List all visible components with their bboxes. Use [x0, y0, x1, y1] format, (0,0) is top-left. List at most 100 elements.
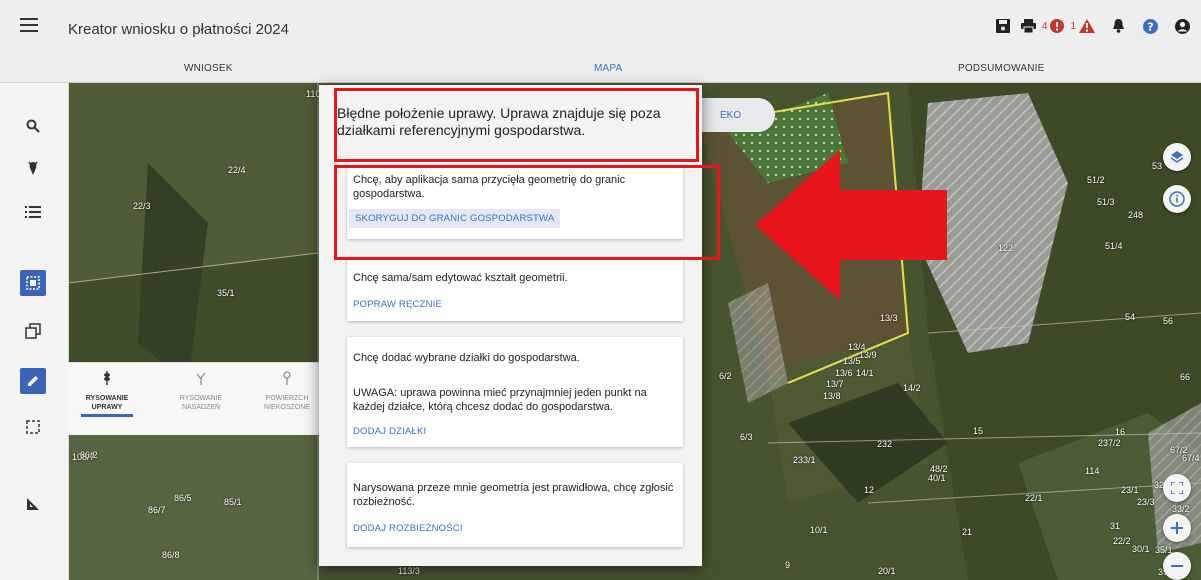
map-parcel-label: 53	[1152, 161, 1163, 171]
map-parcel-label: 6/2	[719, 371, 732, 381]
map-parcel-label: 22/1	[1025, 493, 1043, 503]
toolbar-icons: 4 1 ?	[990, 14, 1195, 38]
eko-toggle[interactable]: EKO	[700, 98, 775, 132]
option-card-manual: Chcę sama/sam edytować kształt geometrii…	[347, 257, 683, 321]
draw-crop-tool[interactable]: RYSOWANIE UPRAWY	[72, 371, 142, 417]
warning-count: 1	[1070, 20, 1076, 32]
layers-icon[interactable]	[1163, 143, 1191, 171]
option-warning-text: UWAGA: uprawa powinna mieć przynajmniej …	[353, 387, 647, 413]
page-title: Kreator wniosku o płatności 2024	[68, 21, 289, 38]
map-parcel-label: 232	[877, 439, 893, 449]
map-parcel-label: 22/2	[1113, 536, 1131, 546]
map-parcel-label: 40/1	[928, 473, 946, 483]
map-parcel-label: 248	[1128, 210, 1144, 220]
account-icon[interactable]	[1169, 14, 1195, 38]
map-parcel-label: 86/8	[162, 550, 180, 560]
map-parcel-label: 51/2	[1087, 175, 1105, 185]
left-toolbar	[0, 83, 69, 580]
map-parcel-label: 13/9	[859, 350, 877, 360]
list-icon[interactable]	[20, 199, 46, 225]
highlight-box	[334, 165, 720, 260]
map-parcel-label: 67/4	[1182, 453, 1200, 463]
map-parcel-label: 233/1	[793, 455, 816, 465]
map-parcel-label: 30/1	[1132, 544, 1150, 554]
map-parcel-label: 31	[1110, 521, 1121, 531]
warning-icon[interactable]	[1077, 14, 1097, 38]
info-icon[interactable]	[1163, 185, 1191, 213]
sprout-icon	[195, 372, 207, 389]
option-text: Chcę dodać wybrane działki do gospodarst…	[353, 352, 580, 364]
draw-crop-label: RYSOWANIE UPRAWY	[85, 395, 129, 411]
option-text: Narysowana przeze mnie geometria jest pr…	[353, 482, 674, 508]
map-parcel-label: 35/1	[217, 288, 235, 298]
grass-icon	[281, 371, 293, 389]
help-icon[interactable]: ?	[1137, 14, 1163, 38]
map-parcel-label: 13/3	[880, 313, 898, 323]
error-icon[interactable]	[1048, 14, 1066, 38]
map-parcel-label: 15	[973, 426, 984, 436]
option-text: Chcę sama/sam edytować kształt geometrii…	[353, 272, 568, 284]
map-parcel-label: 51/3	[1097, 197, 1115, 207]
map-parcel-label: 14/2	[903, 383, 921, 393]
crop-icon	[101, 371, 113, 389]
error-count: 4	[1041, 20, 1048, 32]
tab-podsumowanie[interactable]: PODSUMOWANIE	[958, 63, 1044, 74]
pencil-icon[interactable]	[20, 368, 46, 394]
map-parcel-label: 122	[998, 243, 1014, 253]
map-parcel-label: 51/4	[1105, 241, 1123, 251]
fullscreen-icon[interactable]	[1163, 474, 1191, 502]
map-parcel-label: 14/1	[856, 368, 874, 378]
map-parcel-label: 237/2	[1098, 438, 1121, 448]
measure-icon[interactable]	[20, 491, 46, 517]
map-parcel-label: 22/3	[133, 201, 151, 211]
draw-unmowed-label: POWIERZCH NIEKOSZONE	[264, 395, 310, 411]
map-parcel-label: 6/3	[740, 432, 753, 442]
zoom-in-icon[interactable]	[1163, 514, 1191, 542]
print-icon[interactable]	[1016, 14, 1042, 38]
map-parcel-label: 86/7	[148, 505, 166, 515]
parcel-icon[interactable]	[20, 270, 46, 296]
tab-wniosek[interactable]: WNIOSEK	[184, 63, 233, 74]
add-discrepancy-button[interactable]: DODAJ ROZBIEŻNOŚCI	[353, 519, 463, 538]
map-parcel-label: 66	[1180, 372, 1191, 382]
copy-icon[interactable]	[20, 318, 46, 344]
map-parcel-label: 113/3	[398, 566, 420, 576]
map-parcel-label: 54	[1125, 312, 1136, 322]
map-parcel-label: 22/4	[228, 165, 246, 175]
map-parcel-label: 108/7	[72, 452, 95, 462]
draw-tools-panel: RYSOWANIE UPRAWY RYSOWANIE NASADZEŃ POWI…	[68, 362, 326, 435]
bell-icon[interactable]	[1105, 14, 1131, 38]
map-parcel-label: 16	[1115, 427, 1126, 437]
tab-mapa[interactable]: MAPA	[594, 63, 622, 74]
map-parcel-label: 13/7	[826, 379, 844, 389]
main-tabs: WNIOSEK MAPA PODSUMOWANIE	[0, 57, 1201, 83]
search-icon[interactable]	[20, 113, 46, 139]
option-card-add-parcels: Chcę dodać wybrane działki do gospodarst…	[347, 337, 683, 447]
svg-text:?: ?	[1147, 20, 1153, 33]
option-card-discrepancy: Narysowana przeze mnie geometria jest pr…	[347, 463, 683, 547]
map-parcel-label: 23/3	[1137, 497, 1155, 507]
pin-icon[interactable]	[20, 155, 46, 181]
map-parcel-label: 56	[1163, 316, 1174, 326]
map-parcel-label: 9	[785, 560, 791, 570]
map-parcel-label: 23/1	[1121, 485, 1139, 495]
draw-unmowed-tool[interactable]: POWIERZCH NIEKOSZONE	[252, 371, 322, 412]
map-parcel-label: 86/5	[174, 493, 192, 503]
manual-edit-button[interactable]: POPRAW RĘCZNIE	[353, 295, 442, 314]
map-parcel-label: 21	[962, 527, 973, 537]
map-parcel-label: 33/2	[1172, 504, 1190, 514]
map-parcel-label: 12	[864, 485, 875, 495]
add-parcels-button[interactable]: DODAJ DZIAŁKI	[353, 422, 426, 441]
map-parcel-label: 85/1	[224, 497, 242, 507]
draw-planting-tool[interactable]: RYSOWANIE NASADZEŃ	[166, 371, 236, 412]
map-parcel-label: 114	[1085, 466, 1100, 476]
map-parcel-label: 13/5	[843, 356, 861, 366]
menu-icon[interactable]	[20, 18, 46, 38]
map-parcel-label: 20/1	[878, 566, 896, 576]
map-parcel-label: 13/8	[823, 391, 841, 401]
save-icon[interactable]	[990, 14, 1016, 38]
draw-planting-label: RYSOWANIE NASADZEŃ	[179, 395, 223, 411]
active-tab-indicator	[81, 414, 133, 417]
zoom-out-icon[interactable]	[1163, 552, 1191, 580]
select-icon[interactable]	[20, 414, 46, 440]
